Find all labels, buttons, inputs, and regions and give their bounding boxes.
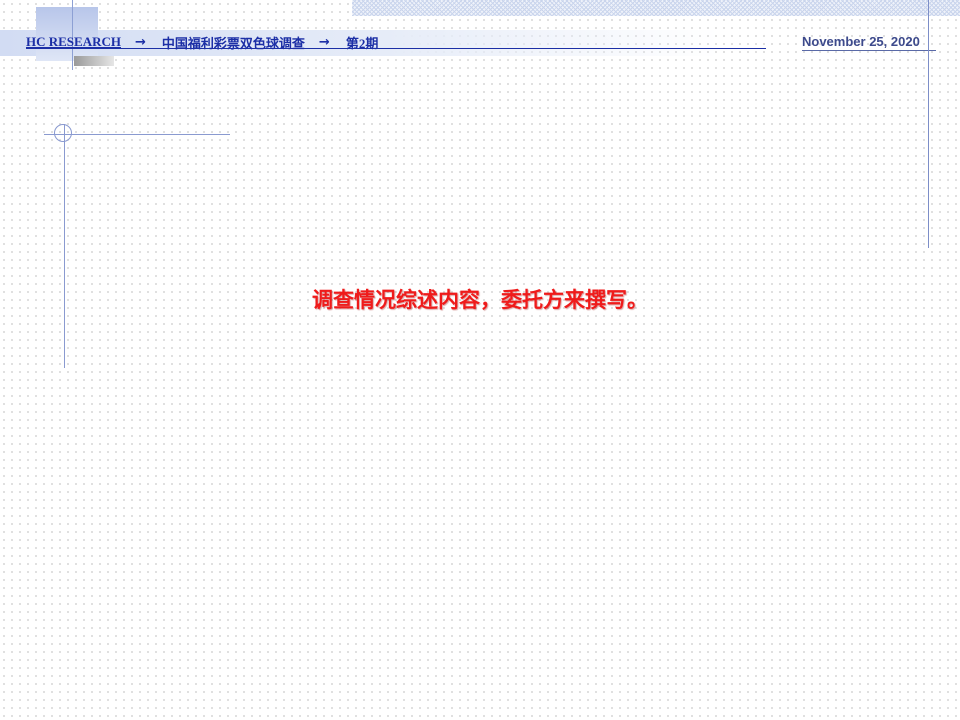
- date-underline: [802, 50, 936, 51]
- right-vertical-line: [928, 0, 929, 248]
- body-text: 调查情况综述内容，委托方来撰写。: [312, 288, 648, 312]
- header-pattern: [352, 0, 960, 16]
- crosshair-circle-decoration: [54, 124, 72, 142]
- slide-date: November 25, 2020: [802, 34, 920, 49]
- header-decoration-bar: [74, 56, 114, 66]
- header-underline: [26, 48, 766, 49]
- left-vertical-line: [64, 124, 65, 368]
